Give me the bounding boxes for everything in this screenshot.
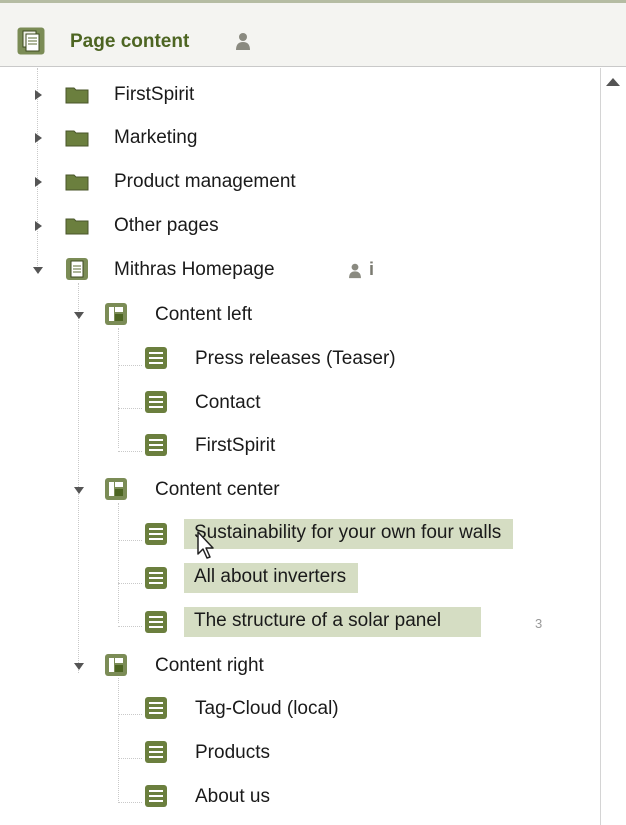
selection-count-badge: 3 xyxy=(535,616,543,631)
tree-item-label: Sustainability for your own four walls xyxy=(184,519,514,549)
section-icon xyxy=(105,303,127,325)
folder-icon xyxy=(65,174,89,191)
user-icon[interactable] xyxy=(235,31,251,51)
folder-icon xyxy=(65,130,89,147)
tree-item-folder[interactable]: FirstSpirit xyxy=(0,80,600,120)
tree-item-section[interactable]: Content right xyxy=(0,651,600,691)
paragraph-icon xyxy=(145,741,167,763)
paragraph-icon xyxy=(145,347,167,369)
vertical-scrollbar[interactable] xyxy=(600,68,626,825)
paragraph-icon xyxy=(145,567,167,589)
paragraph-icon xyxy=(145,434,167,456)
tree-item-paragraph-selected[interactable]: The structure of a solar panel 3 xyxy=(0,607,600,648)
page-stack-icon xyxy=(17,27,45,55)
tree-item-paragraph-selected[interactable]: Sustainability for your own four walls xyxy=(0,519,600,560)
tree-item-label: Content center xyxy=(155,479,280,500)
tree-item-label: All about inverters xyxy=(184,563,359,593)
expand-arrow-icon[interactable] xyxy=(31,219,45,233)
tree-item-label: FirstSpirit xyxy=(114,84,195,105)
folder-icon xyxy=(65,87,89,104)
tree-item-label: Contact xyxy=(195,392,261,413)
collapse-arrow-icon[interactable] xyxy=(72,308,86,322)
tree-item-label: Other pages xyxy=(114,215,219,236)
tree-item-label: Content right xyxy=(155,655,264,676)
paragraph-icon xyxy=(145,391,167,413)
tree-item-paragraph[interactable]: Products xyxy=(0,738,600,778)
paragraph-icon xyxy=(145,523,167,545)
paragraph-icon xyxy=(145,785,167,807)
expand-arrow-icon[interactable] xyxy=(31,131,45,145)
tree-item-paragraph-selected[interactable]: All about inverters xyxy=(0,563,600,604)
expand-arrow-icon[interactable] xyxy=(31,88,45,102)
tree-item-label: The structure of a solar panel xyxy=(184,607,482,637)
section-icon xyxy=(105,478,127,500)
tree-item-paragraph[interactable]: Contact xyxy=(0,388,600,428)
tree-item-label: Content left xyxy=(155,304,253,325)
tree-item-label: FirstSpirit xyxy=(195,435,276,456)
section-icon xyxy=(105,654,127,676)
tree-item-page[interactable]: Mithras Homepage i xyxy=(0,255,600,295)
info-icon[interactable]: i xyxy=(369,259,374,280)
tree-item-folder[interactable]: Product management xyxy=(0,167,600,207)
tree-item-folder[interactable]: Other pages xyxy=(0,211,600,251)
collapse-arrow-icon[interactable] xyxy=(31,263,45,277)
tree-item-label: Product management xyxy=(114,171,296,192)
page-icon xyxy=(66,258,88,280)
page-content-tree: FirstSpirit Marketing Product management… xyxy=(0,68,600,825)
tree-item-label: Products xyxy=(195,742,270,763)
tree-item-label: Press releases (Teaser) xyxy=(195,348,396,369)
folder-icon xyxy=(65,218,89,235)
tree-item-label: Tag-Cloud (local) xyxy=(195,698,339,719)
panel-header: Page content xyxy=(0,0,626,67)
tree-item-section[interactable]: Content center xyxy=(0,475,600,515)
tree-item-label: Marketing xyxy=(114,127,198,148)
user-icon[interactable] xyxy=(348,262,362,279)
paragraph-icon xyxy=(145,611,167,633)
tree-item-paragraph[interactable]: FirstSpirit xyxy=(0,431,600,471)
tree-item-label: About us xyxy=(195,786,270,807)
paragraph-icon xyxy=(145,697,167,719)
scroll-up-arrow-icon[interactable] xyxy=(606,78,620,86)
tree-item-folder[interactable]: Marketing xyxy=(0,123,600,163)
tree-item-label: Mithras Homepage xyxy=(114,259,275,280)
tree-item-paragraph[interactable]: About us xyxy=(0,782,600,822)
panel-title: Page content xyxy=(70,31,190,52)
tree-item-paragraph[interactable]: Tag-Cloud (local) xyxy=(0,694,600,734)
tree-item-paragraph[interactable]: Press releases (Teaser) xyxy=(0,344,600,384)
collapse-arrow-icon[interactable] xyxy=(72,659,86,673)
expand-arrow-icon[interactable] xyxy=(31,175,45,189)
mouse-pointer-icon xyxy=(197,531,214,559)
collapse-arrow-icon[interactable] xyxy=(72,483,86,497)
tree-item-section[interactable]: Content left xyxy=(0,300,600,340)
